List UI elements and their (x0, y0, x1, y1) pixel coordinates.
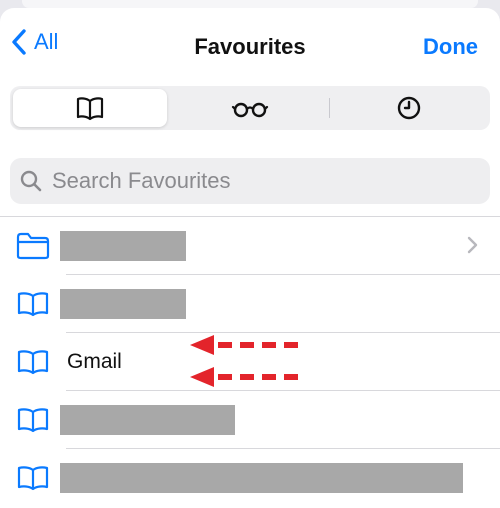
search-icon (20, 170, 42, 192)
redacted-label (60, 405, 235, 435)
chevron-right-icon (467, 236, 478, 254)
search-placeholder: Search Favourites (52, 168, 231, 193)
book-icon (76, 97, 104, 121)
favourites-sheet: All Favourites Done Search Favourites Gm… (0, 8, 500, 508)
search-field[interactable]: Search Favourites (10, 158, 490, 204)
segmented-control (10, 86, 490, 130)
favourites-list: Gmail (0, 216, 500, 507)
book-icon (17, 292, 49, 317)
redacted-label (60, 463, 463, 493)
redacted-label (60, 231, 186, 261)
annotation-arrow (190, 335, 298, 355)
list-item-label: Gmail (67, 350, 122, 373)
reading-glasses-icon (231, 102, 269, 118)
book-icon (17, 466, 49, 491)
background-sheet (22, 0, 478, 8)
navigation-bar: All Favourites Done (0, 8, 500, 86)
book-icon (17, 408, 49, 433)
redacted-label (60, 289, 186, 319)
list-item[interactable] (0, 391, 500, 449)
list-item[interactable] (0, 275, 500, 333)
annotation-arrow (190, 367, 298, 387)
done-button[interactable]: Done (423, 34, 478, 60)
list-item[interactable] (0, 217, 500, 275)
list-item[interactable] (0, 449, 500, 507)
clock-icon (397, 96, 421, 120)
book-icon (17, 350, 49, 375)
folder-icon (16, 232, 50, 260)
